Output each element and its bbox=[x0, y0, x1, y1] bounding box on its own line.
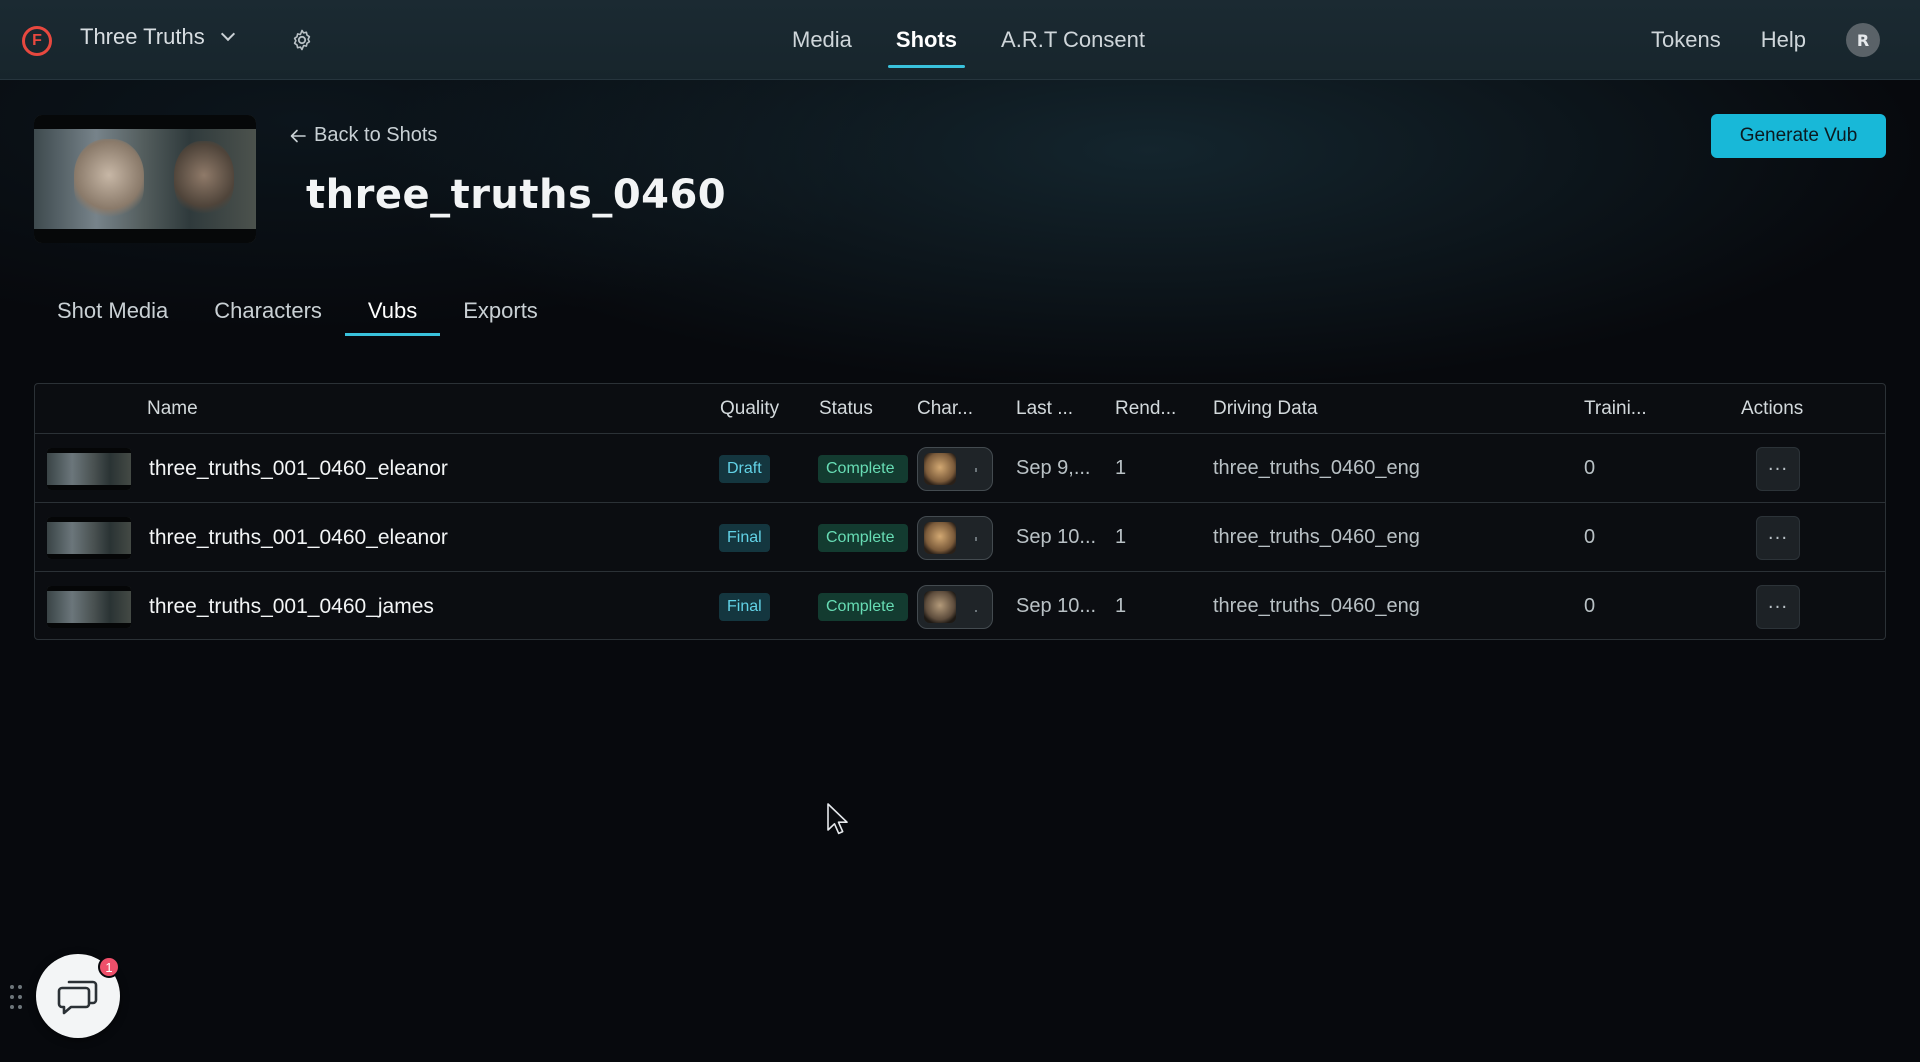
tab-vubs[interactable]: Vubs bbox=[344, 286, 441, 336]
back-label: Back to Shots bbox=[314, 124, 438, 146]
tab-shot-media[interactable]: Shot Media bbox=[34, 286, 191, 336]
project-switcher[interactable]: Three Truths bbox=[80, 24, 235, 50]
column-header-driving-data[interactable]: Driving Data bbox=[1213, 398, 1318, 420]
last-modified: Sep 10... bbox=[1016, 595, 1097, 617]
quality-badge: Final bbox=[719, 524, 770, 552]
nav-right-group: Tokens Help R bbox=[1651, 0, 1920, 80]
vub-name[interactable]: three_truths_001_0460_eleanor bbox=[149, 457, 448, 481]
vubs-table: Name Quality Status Char... Last ... Ren… bbox=[34, 383, 1886, 640]
thumbnail-figure-man bbox=[174, 141, 234, 217]
tokens-link[interactable]: Tokens bbox=[1651, 27, 1721, 53]
chat-bubbles-icon bbox=[57, 980, 98, 1015]
column-header-quality[interactable]: Quality bbox=[720, 398, 779, 420]
more-actions-button[interactable]: ··· bbox=[1756, 585, 1800, 629]
driving-data: three_truths_0460_eng bbox=[1213, 526, 1420, 548]
status-badge: Complete bbox=[818, 455, 908, 483]
column-header-actions: Actions bbox=[1741, 398, 1804, 419]
column-header-training[interactable]: Traini... bbox=[1584, 398, 1647, 420]
logo-letter: F bbox=[32, 32, 42, 49]
table-row[interactable]: three_truths_001_0460_eleanor Draft Comp… bbox=[35, 435, 1885, 503]
last-modified: Sep 9,... bbox=[1016, 457, 1091, 479]
page-title: three_truths_0460 bbox=[306, 172, 727, 218]
generate-vub-button[interactable]: Generate Vub bbox=[1711, 114, 1886, 158]
character-chip[interactable] bbox=[917, 585, 993, 629]
vub-name[interactable]: three_truths_001_0460_james bbox=[149, 595, 434, 619]
shot-sub-tabs: Shot Media Characters Vubs Exports bbox=[34, 286, 561, 336]
column-header-name[interactable]: Name bbox=[147, 398, 198, 420]
drag-handle-icon[interactable] bbox=[10, 985, 24, 1017]
character-chip-divider bbox=[975, 537, 977, 541]
row-thumbnail bbox=[47, 586, 131, 628]
status-badge: Complete bbox=[818, 593, 908, 621]
arrow-left-icon bbox=[290, 129, 306, 142]
tab-characters[interactable]: Characters bbox=[191, 286, 345, 336]
character-avatar bbox=[924, 591, 956, 623]
vub-name[interactable]: three_truths_001_0460_eleanor bbox=[149, 526, 448, 550]
column-header-renders[interactable]: Rend... bbox=[1115, 398, 1176, 420]
top-nav-bar: F Three Truths Media Shots A.R.T Consent… bbox=[0, 0, 1920, 80]
render-count: 1 bbox=[1115, 595, 1127, 617]
character-avatar bbox=[924, 453, 956, 485]
chevron-down-icon bbox=[220, 26, 235, 42]
table-header: Name Quality Status Char... Last ... Ren… bbox=[35, 384, 1885, 434]
training-count: 0 bbox=[1584, 457, 1596, 479]
table-row[interactable]: three_truths_001_0460_james Final Comple… bbox=[35, 573, 1885, 641]
user-avatar[interactable]: R bbox=[1846, 23, 1880, 57]
nav-tab-shots[interactable]: Shots bbox=[874, 0, 979, 80]
shot-thumbnail bbox=[34, 115, 256, 243]
more-actions-button[interactable]: ··· bbox=[1756, 447, 1800, 491]
driving-data: three_truths_0460_eng bbox=[1213, 457, 1420, 479]
render-count: 1 bbox=[1115, 457, 1127, 479]
project-name: Three Truths bbox=[80, 24, 205, 49]
main-nav-tabs: Media Shots A.R.T Consent bbox=[770, 0, 1167, 80]
tab-exports[interactable]: Exports bbox=[440, 286, 561, 336]
gear-icon[interactable] bbox=[290, 28, 314, 52]
driving-data: three_truths_0460_eng bbox=[1213, 595, 1420, 617]
help-link[interactable]: Help bbox=[1761, 27, 1806, 53]
column-header-characters[interactable]: Char... bbox=[917, 398, 973, 420]
character-chip[interactable] bbox=[917, 516, 993, 560]
thumbnail-figure-woman bbox=[74, 139, 144, 219]
row-thumbnail bbox=[47, 448, 131, 490]
training-count: 0 bbox=[1584, 526, 1596, 548]
last-modified: Sep 10... bbox=[1016, 526, 1097, 548]
character-chip-divider bbox=[975, 610, 977, 612]
row-thumbnail bbox=[47, 517, 131, 559]
character-chip-divider bbox=[975, 468, 977, 472]
nav-tab-media[interactable]: Media bbox=[770, 0, 874, 80]
nav-tab-art-consent[interactable]: A.R.T Consent bbox=[979, 0, 1167, 80]
character-avatar bbox=[924, 522, 956, 554]
column-header-last[interactable]: Last ... bbox=[1016, 398, 1073, 420]
app-logo[interactable]: F bbox=[22, 26, 52, 56]
quality-badge: Draft bbox=[719, 455, 770, 483]
table-row[interactable]: three_truths_001_0460_eleanor Final Comp… bbox=[35, 504, 1885, 572]
quality-badge: Final bbox=[719, 593, 770, 621]
character-chip[interactable] bbox=[917, 447, 993, 491]
render-count: 1 bbox=[1115, 526, 1127, 548]
column-header-status[interactable]: Status bbox=[819, 398, 873, 420]
status-badge: Complete bbox=[818, 524, 908, 552]
mouse-cursor-icon bbox=[827, 803, 848, 835]
more-actions-button[interactable]: ··· bbox=[1756, 516, 1800, 560]
training-count: 0 bbox=[1584, 595, 1596, 617]
chat-notification-badge: 1 bbox=[98, 956, 120, 978]
back-to-shots-link[interactable]: Back to Shots bbox=[290, 124, 437, 147]
